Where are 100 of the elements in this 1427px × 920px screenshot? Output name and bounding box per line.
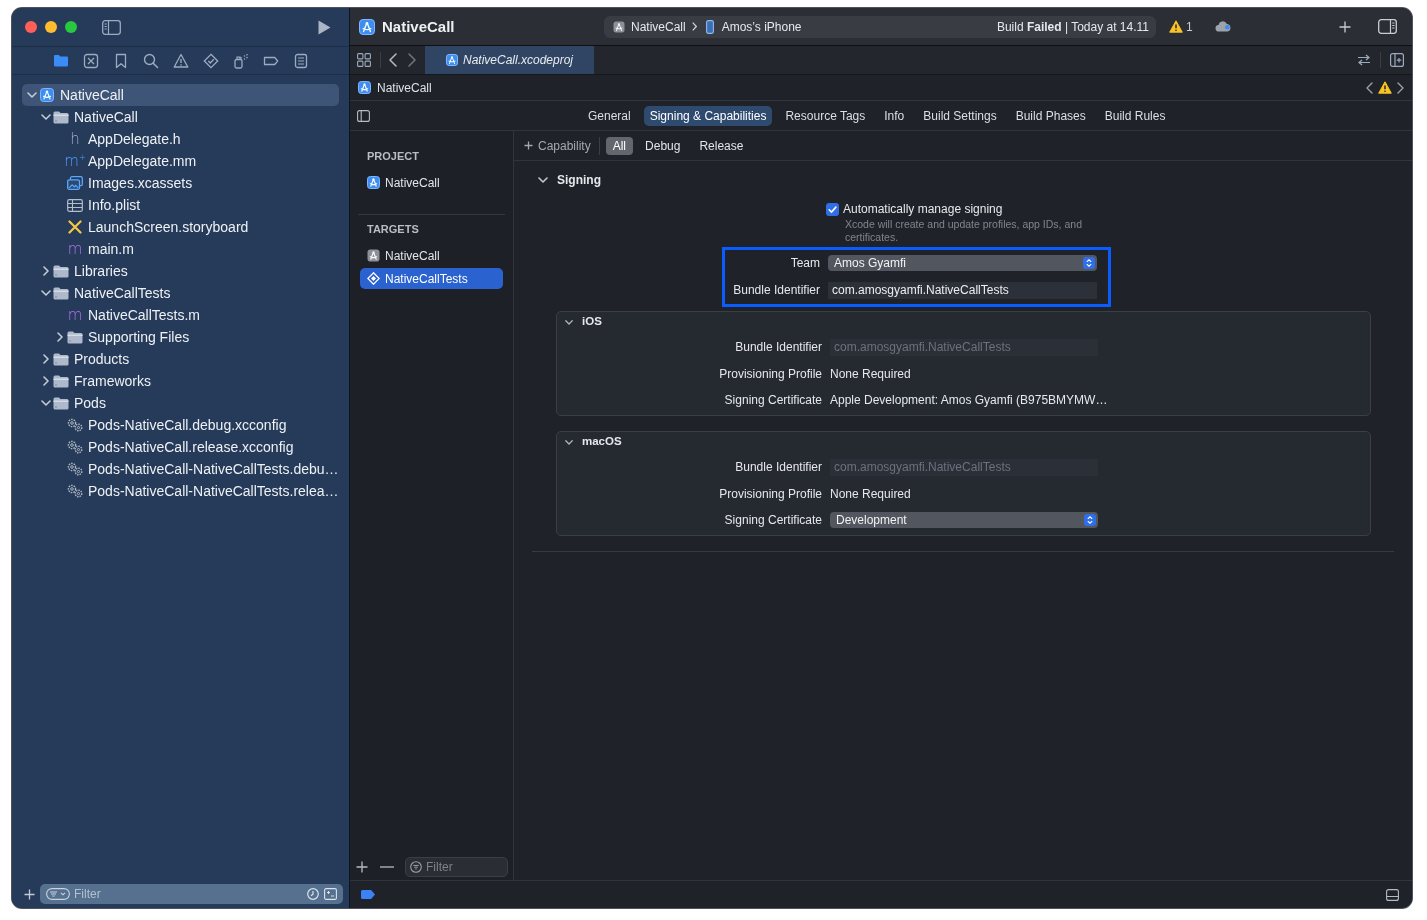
- sidebar-toggle-icon[interactable]: [357, 109, 370, 122]
- search-icon[interactable]: [142, 52, 159, 69]
- gears-icon: [67, 440, 83, 454]
- filter-field[interactable]: Filter: [405, 856, 508, 877]
- popup-button[interactable]: Amos Gyamfi: [828, 255, 1097, 271]
- settings-tab[interactable]: Build Settings: [917, 105, 1003, 126]
- filter-input[interactable]: Filter: [74, 885, 307, 903]
- settings-tab[interactable]: General: [582, 105, 637, 126]
- compass-tile-icon[interactable]: [359, 18, 375, 35]
- filter-menu-icon[interactable]: [46, 888, 70, 900]
- grid-icon[interactable]: [357, 53, 371, 67]
- minimize-icon[interactable]: [45, 21, 57, 33]
- tree-item[interactable]: h AppDelegate.h: [22, 128, 339, 150]
- chevron-down-icon[interactable]: [41, 114, 51, 120]
- tree-item[interactable]: Products: [22, 348, 339, 370]
- panel-toggle-icon[interactable]: [1386, 888, 1399, 901]
- tree-item[interactable]: NativeCall: [22, 106, 339, 128]
- tree-item[interactable]: Images.xcassets: [22, 172, 339, 194]
- compass-tile-icon: [367, 249, 380, 262]
- warning-icon[interactable]: [1169, 20, 1183, 33]
- target-item[interactable]: NativeCall: [360, 172, 503, 193]
- settings-tab[interactable]: Build Phases: [1009, 105, 1092, 126]
- forward-icon[interactable]: [408, 53, 416, 67]
- configuration-tab[interactable]: All: [605, 136, 634, 155]
- popup-button[interactable]: Development: [830, 512, 1098, 528]
- target-item[interactable]: NativeCallTests: [360, 268, 503, 289]
- configuration-tab[interactable]: Release: [692, 136, 751, 155]
- chevron-down-icon[interactable]: [27, 92, 37, 98]
- warning-icon[interactable]: [172, 52, 189, 69]
- tree-item[interactable]: m NativeCallTests.m: [22, 304, 339, 326]
- tree-item[interactable]: Pods-NativeCall.release.xcconfig: [22, 436, 339, 458]
- plus-minus-box-icon[interactable]: [324, 888, 337, 900]
- chevron-down-icon[interactable]: [41, 400, 51, 406]
- text-field[interactable]: com.amosgyamfi.NativeCallTests: [828, 281, 1097, 299]
- chevron-down-icon[interactable]: [565, 439, 573, 445]
- next-issue-icon[interactable]: [1397, 81, 1404, 94]
- editor-tab[interactable]: NativeCall.xcodeproj: [425, 46, 594, 74]
- filter-input[interactable]: Filter: [426, 857, 503, 876]
- settings-tab[interactable]: Build Rules: [1098, 105, 1172, 126]
- configuration-tab[interactable]: Debug: [638, 136, 688, 155]
- tree-item[interactable]: NativeCall: [22, 84, 339, 106]
- settings-tab[interactable]: Info: [878, 105, 911, 126]
- tree-item[interactable]: Info.plist: [22, 194, 339, 216]
- tree-item[interactable]: Pods: [22, 392, 339, 414]
- scheme-button[interactable]: NativeCall: [613, 17, 697, 36]
- inspector-toggle-icon[interactable]: [1378, 19, 1397, 34]
- plus-icon[interactable]: [1339, 20, 1351, 33]
- tag-icon[interactable]: [361, 890, 375, 899]
- minus-icon[interactable]: [380, 865, 394, 868]
- filter-icon[interactable]: [410, 860, 422, 873]
- tree-item[interactable]: NativeCallTests: [22, 282, 339, 304]
- jump-bar-item[interactable]: NativeCall: [377, 78, 432, 97]
- tree-item[interactable]: m main.m: [22, 238, 339, 260]
- folder-icon: [53, 396, 69, 410]
- list-icon[interactable]: [292, 52, 309, 69]
- tree-item[interactable]: Supporting Files: [22, 326, 339, 348]
- destination-button[interactable]: Amos’s iPhone: [705, 17, 802, 36]
- previous-issue-icon[interactable]: [1366, 81, 1373, 94]
- settings-tab[interactable]: Signing & Capabilities: [643, 105, 773, 126]
- phone-icon: [705, 19, 714, 34]
- warning-count: 1: [1186, 18, 1193, 36]
- tree-item[interactable]: m$^{+}$ AppDelegate.mm: [22, 150, 339, 172]
- add-capability-button[interactable]: Capability: [524, 136, 591, 155]
- warning-icon[interactable]: [1378, 81, 1392, 94]
- diamond-check-icon[interactable]: [202, 52, 219, 69]
- tree-item[interactable]: Pods-NativeCall.debug.xcconfig: [22, 414, 339, 436]
- tree-item[interactable]: LaunchScreen.storyboard: [22, 216, 339, 238]
- chevron-right-icon[interactable]: [43, 376, 49, 386]
- plus-icon[interactable]: [24, 888, 35, 900]
- chevron-down-icon[interactable]: [565, 319, 573, 325]
- play-icon[interactable]: [318, 19, 331, 35]
- folder-icon[interactable]: [52, 52, 69, 69]
- zoom-icon[interactable]: [65, 21, 77, 33]
- compass-tile-icon[interactable]: [358, 81, 371, 94]
- tree-item[interactable]: Pods-NativeCall-NativeCallTests.relea…: [22, 480, 339, 502]
- cloud-icon[interactable]: [1214, 21, 1231, 32]
- chevron-right-icon[interactable]: [43, 354, 49, 364]
- checkbox-label[interactable]: Automatically manage signing: [843, 200, 1003, 218]
- tree-item[interactable]: Libraries: [22, 260, 339, 282]
- chevron-right-icon[interactable]: [43, 266, 49, 276]
- plus-icon[interactable]: [356, 860, 368, 873]
- spray-can-icon[interactable]: [232, 52, 249, 69]
- settings-tab[interactable]: Resource Tags: [779, 105, 872, 126]
- tree-item[interactable]: Frameworks: [22, 370, 339, 392]
- build-status: Build Failed | Today at 14.11: [996, 18, 1149, 36]
- back-icon[interactable]: [389, 53, 397, 67]
- filter-field[interactable]: Filter: [40, 884, 343, 904]
- target-item[interactable]: NativeCall: [360, 245, 503, 266]
- chevron-down-icon[interactable]: [41, 290, 51, 296]
- chevron-right-icon[interactable]: [57, 332, 63, 342]
- close-icon[interactable]: [25, 21, 37, 33]
- add-editor-icon[interactable]: [1390, 53, 1404, 67]
- tree-item[interactable]: Pods-NativeCall-NativeCallTests.debu…: [22, 458, 339, 480]
- swap-arrows-icon[interactable]: [1357, 54, 1371, 66]
- sidebar-toggle-icon[interactable]: [102, 19, 121, 35]
- checkbox[interactable]: [826, 202, 839, 216]
- x-square-icon[interactable]: [82, 52, 99, 69]
- field-label: Bundle Identifier: [735, 339, 822, 356]
- clock-icon[interactable]: [307, 888, 319, 900]
- chevron-down-icon[interactable]: [538, 177, 548, 183]
